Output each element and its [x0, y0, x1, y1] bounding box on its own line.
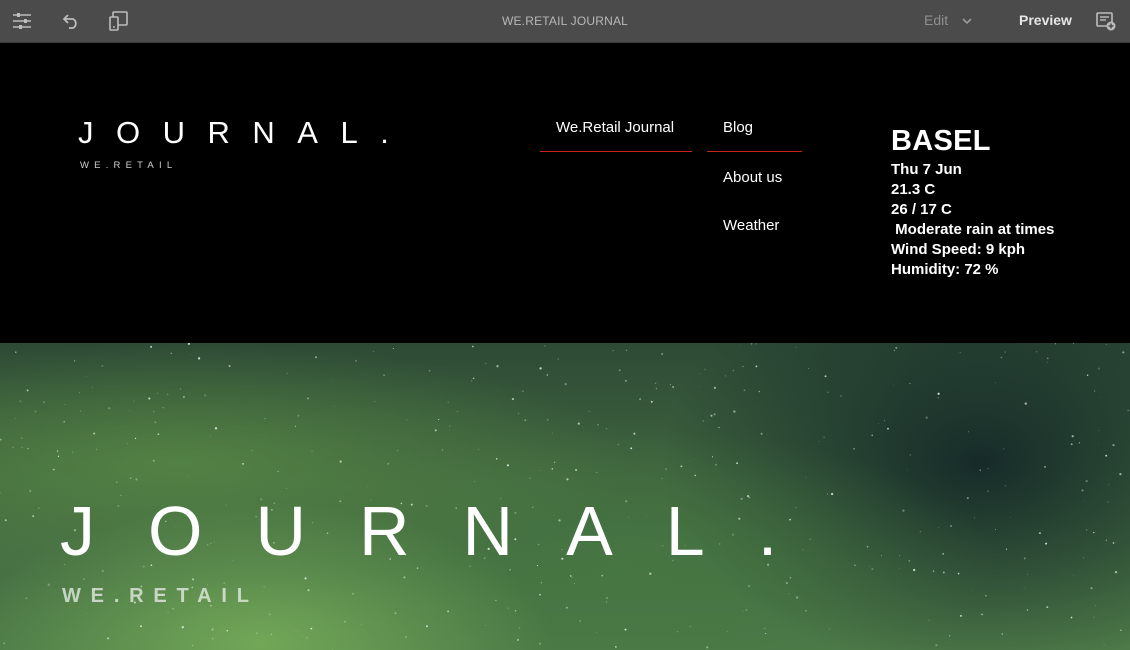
nav-active-underline-journal: [540, 151, 692, 152]
weather-description: Moderate rain at times: [891, 221, 1055, 238]
preview-button[interactable]: Preview: [1019, 12, 1072, 28]
editor-toolbar: WE.RETAIL JOURNAL Edit Preview: [0, 0, 1130, 43]
weather-wind: Wind Speed: 9 kph: [891, 241, 1026, 258]
logo-subtitle: WE.RETAIL: [80, 160, 178, 171]
nav-item-journal[interactable]: We.Retail Journal: [556, 119, 674, 136]
hero-title: JOURNAL.: [60, 492, 831, 570]
weather-widget: BASEL Thu 7 Jun 21.3 C 26 / 17 C Moderat…: [891, 125, 1111, 280]
annotations-icon[interactable]: [1096, 11, 1116, 31]
weather-city: BASEL: [891, 125, 991, 157]
weather-range: 26 / 17 C: [891, 201, 952, 218]
logo-title[interactable]: JOURNAL.: [78, 115, 411, 151]
chevron-down-icon: [962, 12, 972, 28]
hero-banner: JOURNAL. WE.RETAIL: [0, 343, 1130, 650]
weather-date: Thu 7 Jun: [891, 161, 962, 178]
mode-label: Edit: [924, 12, 949, 28]
nav-item-blog[interactable]: Blog: [723, 119, 753, 136]
hero-subtitle: WE.RETAIL: [62, 585, 259, 607]
nav-item-about[interactable]: About us: [723, 169, 782, 186]
nav-item-weather[interactable]: Weather: [723, 217, 779, 234]
site-header: JOURNAL. WE.RETAIL We.Retail Journal Blo…: [0, 43, 1130, 343]
weather-temperature: 21.3 C: [891, 181, 936, 198]
nav-active-underline-blog: [707, 151, 802, 152]
mode-selector[interactable]: Edit: [924, 12, 972, 28]
weather-humidity: Humidity: 72 %: [891, 261, 999, 278]
